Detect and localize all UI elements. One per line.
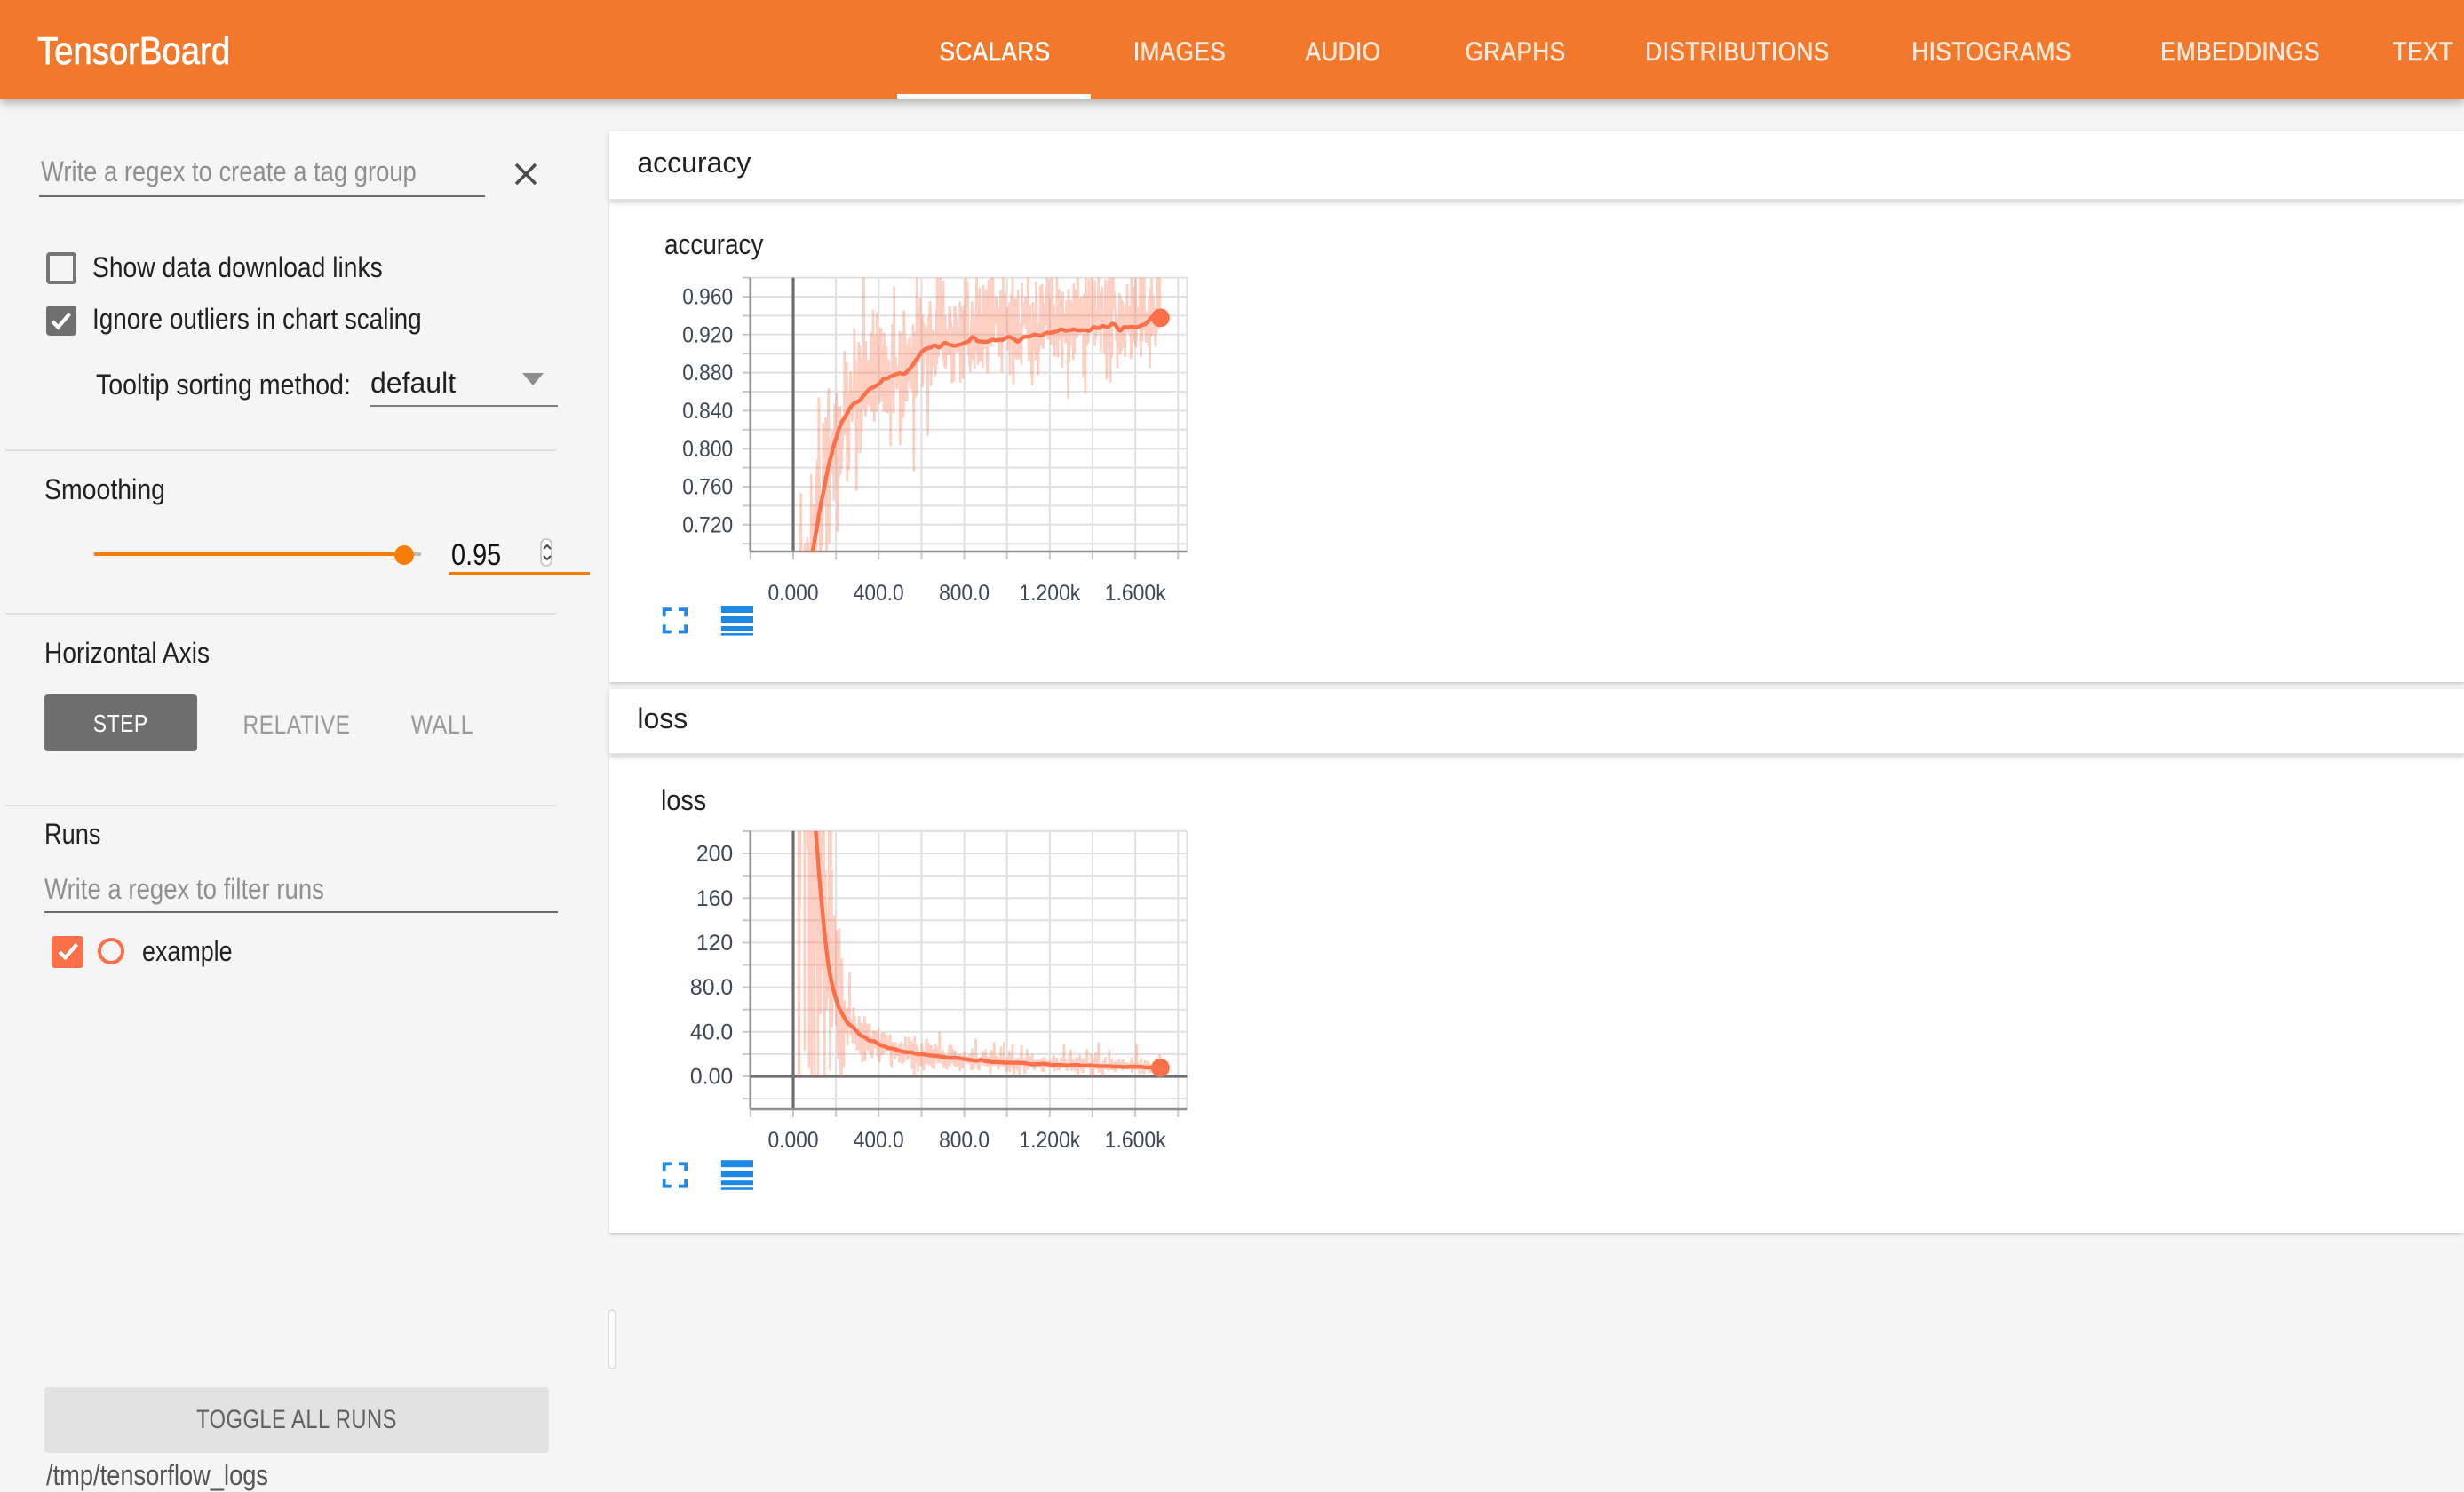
svg-text:0.800: 0.800 xyxy=(682,438,733,462)
svg-text:1.200k: 1.200k xyxy=(1019,582,1081,606)
svg-text:160: 160 xyxy=(696,887,733,911)
svg-text:0.880: 0.880 xyxy=(682,361,733,385)
svg-text:1.600k: 1.600k xyxy=(1105,1129,1167,1153)
svg-text:120: 120 xyxy=(696,932,733,956)
svg-text:0.720: 0.720 xyxy=(682,513,733,537)
svg-text:1.600k: 1.600k xyxy=(1105,582,1167,606)
svg-text:0.960: 0.960 xyxy=(682,286,733,310)
svg-text:0.000: 0.000 xyxy=(768,1129,819,1153)
svg-text:40.0: 40.0 xyxy=(690,1020,733,1044)
svg-text:0.840: 0.840 xyxy=(682,400,733,424)
svg-text:800.0: 800.0 xyxy=(939,582,990,606)
svg-text:0.760: 0.760 xyxy=(682,476,733,500)
svg-text:800.0: 800.0 xyxy=(939,1129,990,1153)
svg-text:0.00: 0.00 xyxy=(690,1066,733,1090)
svg-text:1.200k: 1.200k xyxy=(1019,1129,1081,1153)
svg-text:0.000: 0.000 xyxy=(768,582,819,606)
svg-text:400.0: 400.0 xyxy=(854,1129,904,1153)
svg-text:0.920: 0.920 xyxy=(682,323,733,347)
svg-text:400.0: 400.0 xyxy=(854,582,904,606)
svg-text:200: 200 xyxy=(696,843,733,867)
svg-text:80.0: 80.0 xyxy=(690,976,733,1000)
